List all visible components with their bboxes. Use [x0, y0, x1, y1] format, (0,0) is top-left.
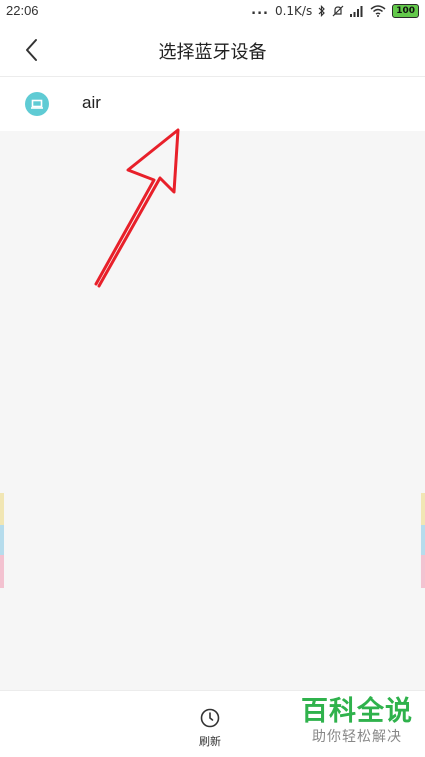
laptop-icon — [25, 92, 49, 116]
edge-tab-blue-left — [0, 525, 4, 555]
signal-icon — [350, 5, 363, 17]
edge-tab-blue-right — [421, 525, 425, 555]
status-bar: 22:06 ... 0.1K/s 100 — [0, 0, 425, 24]
edge-tab-pink-right — [421, 555, 425, 588]
bluetooth-icon — [318, 4, 326, 17]
edge-tab-yellow-right — [421, 493, 425, 525]
watermark-title: 百科全说 — [301, 696, 413, 727]
clock-icon — [200, 708, 220, 728]
status-time: 22:06 — [6, 3, 39, 18]
edge-tab-pink-left — [0, 555, 4, 588]
mute-icon — [332, 5, 344, 16]
device-name: air — [82, 93, 101, 112]
wifi-icon — [370, 4, 386, 17]
battery-icon: 100 — [392, 3, 419, 18]
refresh-label: 刷新 — [199, 735, 221, 748]
status-icons: ... 0.1K/s 100 — [251, 3, 419, 18]
watermark-subtitle: 助你轻松解决 — [312, 729, 402, 745]
device-list-item[interactable]: air — [0, 77, 425, 131]
page-title: 选择蓝牙设备 — [158, 42, 267, 63]
watermark: 百科全说 助你轻松解决 — [297, 696, 417, 746]
refresh-button[interactable]: 刷新 — [188, 703, 232, 753]
edge-tab-yellow-left — [0, 493, 4, 525]
network-speed: 0.1K/s — [274, 3, 313, 18]
more-dots: ... — [251, 3, 269, 18]
header: 选择蓝牙设备 — [0, 24, 425, 77]
